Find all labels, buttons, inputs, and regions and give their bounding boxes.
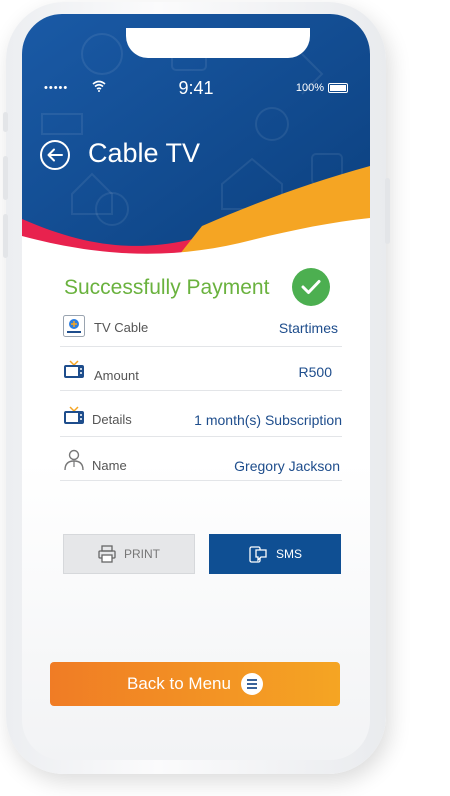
status-bar: ••••• 9:41 100% (22, 78, 370, 100)
detail-label: TV Cable (94, 320, 149, 335)
detail-value: 1 month(s) Subscription (194, 412, 342, 428)
payment-status-title: Successfully Payment (64, 276, 270, 299)
phone-volume-down (3, 214, 8, 258)
checkmark-icon (292, 268, 330, 306)
detail-row-amount: Amount R500 (60, 352, 342, 391)
detail-value: R500 (298, 364, 332, 380)
sms-button[interactable]: SMS (209, 534, 341, 574)
back-arrow-icon (47, 148, 63, 162)
tv-icon (62, 404, 86, 428)
detail-label: Name (92, 458, 127, 473)
user-icon (62, 448, 86, 472)
detail-value: Startimes (278, 320, 338, 336)
sms-label: SMS (275, 547, 302, 561)
battery-icon (328, 83, 348, 93)
back-to-menu-label: Back to Menu (127, 674, 231, 693)
detail-label: Details (92, 412, 132, 427)
detail-row-name: Name Gregory Jackson (60, 442, 342, 481)
battery-indicator: 100% (296, 82, 348, 94)
phone-mute-switch (3, 112, 8, 132)
phone-power-button (385, 178, 390, 244)
menu-icon (240, 673, 263, 695)
detail-value: Gregory Jackson (234, 458, 340, 474)
back-button[interactable] (40, 140, 70, 170)
app-screen: ••••• 9:41 100% Cable TV Successfully Pa… (22, 14, 370, 760)
phone-notch (126, 28, 310, 58)
detail-row-tv-cable: TV Cable Startimes (60, 308, 342, 347)
page-title: Cable TV (88, 138, 201, 168)
printer-icon (98, 545, 116, 563)
phone-volume-up (3, 156, 8, 200)
print-label: PRINT (124, 547, 160, 561)
sms-icon (249, 546, 267, 563)
back-to-menu-button[interactable]: Back to Menu (50, 662, 340, 706)
detail-row-details: Details 1 month(s) Subscription (60, 398, 342, 437)
tv-icon (62, 358, 86, 382)
print-button[interactable]: PRINT (63, 534, 195, 574)
detail-label: Amount (94, 368, 139, 383)
battery-percent: 100% (295, 82, 324, 94)
startimes-logo-icon (62, 314, 86, 338)
